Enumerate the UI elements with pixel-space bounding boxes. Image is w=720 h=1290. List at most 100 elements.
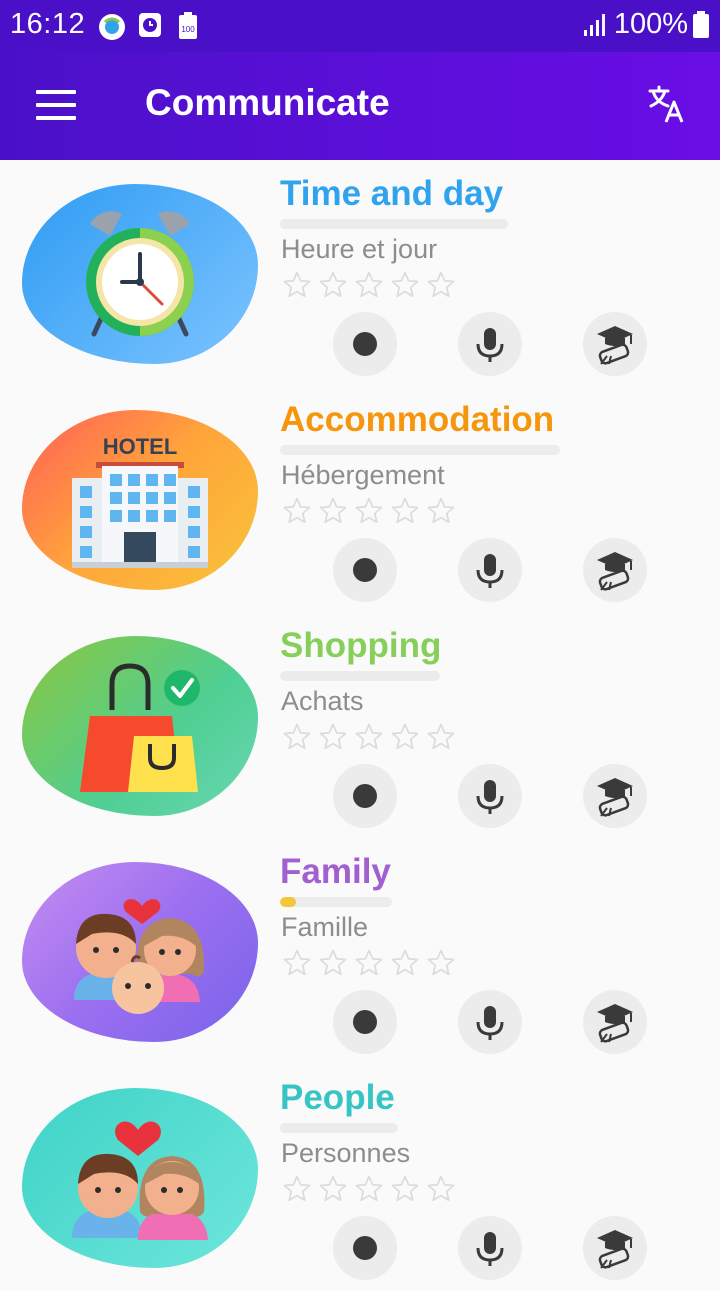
category-title: Accommodation (280, 400, 555, 439)
category-image (22, 1088, 258, 1268)
record-icon (353, 1236, 377, 1260)
record-icon (353, 1010, 377, 1034)
status-right: 100% (582, 8, 710, 41)
browser-icon (99, 14, 125, 40)
star-icon (355, 1175, 383, 1202)
microphone-button[interactable] (458, 764, 522, 828)
record-icon (353, 784, 377, 808)
star-icon (319, 723, 347, 750)
category-item-accommodation[interactable]: HOTEL Accommodation Hébergement (0, 386, 720, 612)
microphone-icon (476, 780, 504, 814)
category-subtitle: Hébergement (281, 460, 445, 490)
app-bar: Communicate (0, 52, 720, 160)
star-icon (319, 949, 347, 976)
category-subtitle: Heure et jour (281, 234, 438, 264)
category-image (22, 636, 258, 816)
record-icon (353, 558, 377, 582)
star-icon (427, 723, 455, 750)
category-subtitle: Famille (281, 912, 369, 942)
learn-button[interactable] (583, 990, 647, 1054)
learn-button[interactable] (583, 538, 647, 602)
microphone-button[interactable] (458, 312, 522, 376)
record-button[interactable] (333, 990, 397, 1054)
hotel-icon: HOTEL (72, 434, 208, 568)
category-item-people[interactable]: People Personnes (0, 1064, 720, 1290)
page-title: Communicate (145, 82, 390, 123)
learn-button[interactable] (583, 312, 647, 376)
category-item-shopping[interactable]: Shopping Achats (0, 612, 720, 838)
star-icon (391, 1175, 419, 1202)
category-image (22, 862, 258, 1042)
graduation-icon (597, 778, 633, 817)
battery-percent: 100% (613, 8, 688, 40)
clock-app-icon (139, 13, 161, 37)
microphone-icon (476, 1232, 504, 1266)
graduation-icon (597, 326, 633, 365)
family-icon (74, 899, 205, 1014)
microphone-button[interactable] (458, 1216, 522, 1280)
microphone-icon (476, 1006, 504, 1040)
rating-stars (282, 948, 456, 978)
record-button[interactable] (333, 538, 397, 602)
record-button[interactable] (333, 764, 397, 828)
star-icon (427, 497, 455, 524)
microphone-icon (476, 328, 504, 362)
star-icon (319, 497, 347, 524)
category-progress (280, 897, 392, 907)
category-title: People (280, 1078, 395, 1117)
graduation-icon (597, 1004, 633, 1043)
star-icon (283, 271, 311, 298)
rating-stars (282, 496, 456, 526)
category-progress (280, 445, 560, 455)
category-progress (280, 219, 508, 229)
category-progress (280, 671, 440, 681)
category-title: Time and day (280, 174, 504, 213)
rating-stars (282, 722, 456, 752)
star-icon (355, 271, 383, 298)
star-icon (355, 949, 383, 976)
hotel-sign: HOTEL (103, 434, 178, 459)
category-item-family[interactable]: Family Famille (0, 838, 720, 1064)
star-icon (427, 271, 455, 298)
graduation-icon (597, 552, 633, 591)
status-time: 16:12 (10, 8, 86, 40)
alarm-clock-icon (86, 211, 194, 337)
star-icon (283, 723, 311, 750)
learn-button[interactable] (583, 764, 647, 828)
status-bar: 16:12 100 100% (0, 0, 720, 52)
learn-button[interactable] (583, 1216, 647, 1280)
star-icon (391, 723, 419, 750)
star-icon (391, 271, 419, 298)
rating-stars (282, 270, 456, 300)
microphone-icon (476, 554, 504, 588)
star-icon (283, 949, 311, 976)
star-icon (427, 1175, 455, 1202)
rating-stars (282, 1174, 456, 1204)
star-icon (355, 497, 383, 524)
translate-icon[interactable] (644, 84, 688, 128)
graduation-icon (597, 1230, 633, 1269)
category-title: Shopping (280, 626, 442, 665)
star-icon (391, 497, 419, 524)
star-icon (427, 949, 455, 976)
category-subtitle: Achats (281, 686, 364, 716)
category-progress (280, 1123, 398, 1133)
star-icon (355, 723, 383, 750)
record-button[interactable] (333, 312, 397, 376)
category-subtitle: Personnes (281, 1138, 411, 1168)
category-item-time-and-day[interactable]: Time and day Heure et jour (0, 160, 720, 386)
star-icon (319, 271, 347, 298)
category-title: Family (280, 852, 391, 891)
microphone-button[interactable] (458, 990, 522, 1054)
battery-saver-icon: 100 (179, 12, 197, 39)
battery-saver-badge: 100 (181, 25, 195, 34)
star-icon (319, 1175, 347, 1202)
category-image (22, 184, 258, 364)
star-icon (283, 497, 311, 524)
microphone-button[interactable] (458, 538, 522, 602)
star-icon (391, 949, 419, 976)
category-image: HOTEL (22, 410, 258, 590)
star-icon (283, 1175, 311, 1202)
menu-button[interactable] (36, 90, 76, 120)
record-button[interactable] (333, 1216, 397, 1280)
